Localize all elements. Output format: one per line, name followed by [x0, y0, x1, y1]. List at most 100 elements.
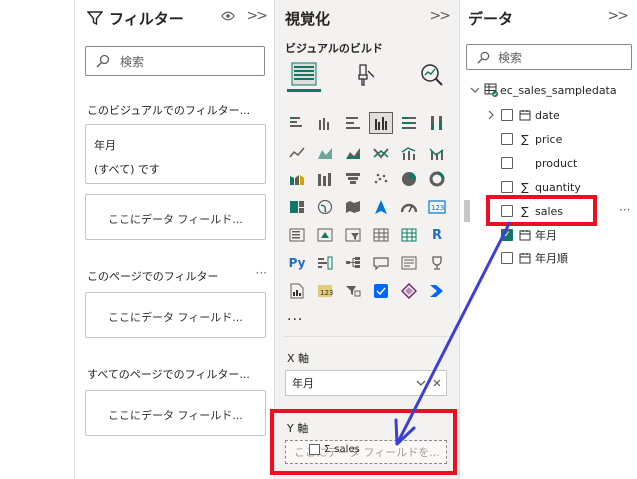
slicer-icon[interactable]: [341, 224, 365, 246]
goals-trophy-icon[interactable]: [425, 252, 449, 274]
page-filter-drop-zone[interactable]: ここにデータ フィールド...: [85, 292, 266, 338]
clustered-column-chart-icon[interactable]: [369, 112, 393, 134]
page-filters-heading: このページでのフィルター ···: [87, 268, 267, 284]
all-pages-filter-drop-zone[interactable]: ここにデータ フィールド...: [85, 390, 266, 436]
all-pages-filters-heading: すべてのページでのフィルター...: [87, 366, 267, 382]
all-pages-filters-label: すべてのページでのフィルター...: [87, 368, 250, 381]
line-stacked-column-icon[interactable]: [425, 142, 449, 164]
r-script-visual-icon[interactable]: R: [425, 224, 449, 246]
search-icon: [477, 51, 490, 64]
field-row-product[interactable]: product: [501, 153, 577, 173]
chevron-down-icon[interactable]: [416, 380, 426, 386]
this-visual-filters-heading: このビジュアルでのフィルター...: [87, 102, 267, 118]
scatter-chart-icon[interactable]: [369, 168, 393, 190]
field-row-yearmonth[interactable]: ✓ 年月: [501, 225, 557, 245]
stacked-bar-chart-icon[interactable]: [285, 112, 309, 134]
chevron-right-icon[interactable]: [487, 110, 495, 120]
field-row-price[interactable]: ∑ price: [501, 129, 562, 149]
ribbon-chart-icon[interactable]: [369, 142, 393, 164]
page-filters-more-button[interactable]: ···: [256, 268, 267, 280]
calendar-icon: [519, 230, 531, 241]
filter-funnel-icon: [87, 11, 103, 26]
drop-zone-label: ここにデータ フィールド...: [108, 409, 243, 422]
visualizations-pane: 視覚化 >> ビジュアルのビルド 123 R Py 123 ... X 軸 年月…: [275, 0, 460, 479]
field-checkbox[interactable]: [501, 133, 513, 145]
field-checkbox[interactable]: [501, 252, 513, 264]
pie-chart-icon[interactable]: [397, 168, 421, 190]
map-globe-icon[interactable]: [313, 196, 337, 218]
clustered-bar-chart-icon[interactable]: [341, 112, 365, 134]
line-chart-icon[interactable]: [285, 142, 309, 164]
donut-chart-icon[interactable]: [425, 168, 449, 190]
card-icon[interactable]: 123: [425, 196, 449, 218]
multi-row-card-icon[interactable]: [285, 224, 309, 246]
power-apps-icon[interactable]: [341, 280, 365, 302]
collapse-visualizations-button[interactable]: >>: [430, 8, 452, 24]
power-automate-flow-icon[interactable]: [425, 280, 449, 302]
waterfall-columns-icon[interactable]: [313, 168, 337, 190]
gauge-icon[interactable]: [397, 196, 421, 218]
format-brush-icon: [358, 64, 375, 86]
svg-text:123: 123: [431, 204, 444, 212]
x-axis-well[interactable]: 年月: [285, 370, 447, 396]
qa-visual-icon[interactable]: [369, 252, 393, 274]
tab-build-visual[interactable]: [287, 58, 321, 92]
azure-map-icon[interactable]: [369, 196, 393, 218]
stacked-area-chart-icon[interactable]: [341, 142, 365, 164]
filter-card-yearmonth[interactable]: 年月 (すべて) です: [85, 124, 266, 184]
filters-title: フィルター: [109, 9, 184, 28]
smart-narrative-icon[interactable]: [397, 252, 421, 274]
visual-filter-drop-zone[interactable]: ここにデータ フィールド...: [85, 194, 266, 240]
decomposition-tree-icon[interactable]: [341, 252, 365, 274]
close-icon[interactable]: [433, 379, 441, 387]
filters-pane: フィルター >> 検索 このビジュアルでのフィルター... 年月 (すべて) で…: [75, 0, 275, 479]
drop-zone-label: ここにデータ フィールド...: [108, 311, 243, 324]
chevron-down-icon[interactable]: [470, 86, 480, 94]
paginated-report-icon[interactable]: [285, 280, 309, 302]
table-icon[interactable]: [369, 224, 393, 246]
kpi-icon[interactable]: [313, 224, 337, 246]
stacked-column-chart-icon[interactable]: [313, 112, 337, 134]
waterfall-chart-icon[interactable]: [285, 168, 309, 190]
power-automate-icon[interactable]: [369, 280, 393, 302]
field-more-options-button[interactable]: ···: [619, 203, 630, 217]
calendar-icon: [519, 110, 531, 121]
metrics-card-icon[interactable]: 123: [313, 280, 337, 302]
more-visuals-button[interactable]: ...: [287, 308, 303, 324]
line-clustered-column-icon[interactable]: [397, 142, 421, 164]
100-percent-bar-chart-icon[interactable]: [397, 112, 421, 134]
key-influencers-icon[interactable]: [313, 252, 337, 274]
treemap-icon[interactable]: [285, 196, 309, 218]
table-node[interactable]: ec_sales_sampledata: [470, 80, 617, 100]
field-checkbox[interactable]: [501, 157, 513, 169]
field-checkbox[interactable]: [501, 109, 513, 121]
collapse-data-button[interactable]: >>: [608, 8, 630, 24]
drop-zone-label: ここにデータ フィールド...: [108, 213, 243, 226]
this-visual-filters-label: このビジュアルでのフィルター...: [87, 104, 251, 117]
100-percent-column-chart-icon[interactable]: [425, 112, 449, 134]
data-search-input[interactable]: 検索: [466, 44, 632, 70]
eye-icon[interactable]: [220, 11, 235, 21]
field-checkbox-checked[interactable]: ✓: [501, 229, 513, 241]
field-row-quantity[interactable]: ∑ quantity: [501, 177, 581, 197]
python-visual-icon[interactable]: Py: [285, 252, 309, 274]
collapse-filters-button[interactable]: >>: [247, 8, 269, 24]
filled-map-icon[interactable]: [341, 196, 365, 218]
tab-analytics[interactable]: [415, 58, 449, 92]
field-row-yearmonth-order[interactable]: 年月順: [501, 248, 568, 268]
field-row-date[interactable]: date: [487, 105, 560, 125]
build-tabs: [283, 58, 453, 92]
power-apps-diamond-icon[interactable]: [397, 280, 421, 302]
sigma-icon: ∑: [521, 132, 529, 146]
funnel-chart-icon[interactable]: [341, 168, 365, 190]
filters-search-placeholder: 検索: [120, 54, 145, 69]
filters-header: フィルター >>: [87, 6, 269, 30]
tab-format-visual[interactable]: [349, 58, 383, 92]
sales-field-highlight: [486, 195, 597, 226]
visualizations-title: 視覚化: [285, 10, 331, 28]
filters-search-input[interactable]: 検索: [85, 46, 265, 76]
field-checkbox[interactable]: [501, 181, 513, 193]
area-chart-icon[interactable]: [313, 142, 337, 164]
matrix-icon[interactable]: [397, 224, 421, 246]
x-axis-field: 年月: [292, 377, 314, 390]
